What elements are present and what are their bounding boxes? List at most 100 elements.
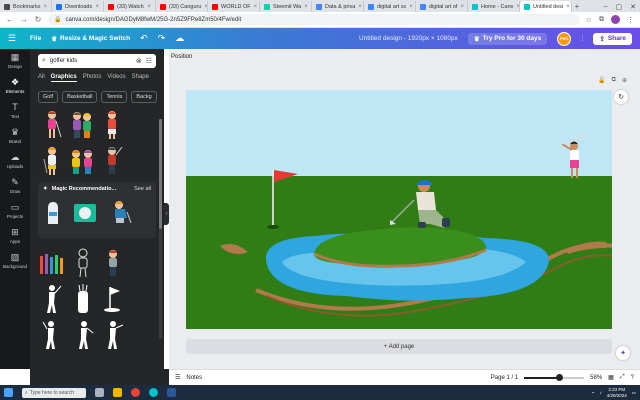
rail-item-apps[interactable]: ⊞ Apps [0, 228, 30, 245]
browser-tab[interactable]: Untitled desi × [520, 1, 572, 12]
browser-tab[interactable]: (33) Watch × [104, 1, 156, 12]
new-tab-button[interactable]: + [572, 1, 582, 12]
panel-scrollbar-thumb[interactable] [159, 119, 162, 229]
golf-bag-silhouette-graphic[interactable] [69, 282, 96, 315]
rail-item-draw[interactable]: ✎ Draw [0, 178, 30, 195]
refresh-icon[interactable]: ↻ [614, 90, 628, 104]
browser-tab[interactable]: Data & priva × [312, 1, 364, 12]
tab-close-icon[interactable]: × [304, 4, 308, 10]
word-icon[interactable] [167, 388, 176, 397]
golfer-kids-group-graphic[interactable] [68, 144, 95, 177]
canva-icon[interactable] [149, 388, 158, 397]
start-icon[interactable] [4, 388, 13, 397]
browser-tab[interactable]: Steemit Wa × [260, 1, 312, 12]
see-all-link[interactable]: See all [134, 186, 151, 192]
golfer-silhouette-graphic[interactable] [99, 318, 126, 351]
browser-tab[interactable]: digital art of × [416, 1, 468, 12]
clock[interactable]: 2:23 PM 4/29/2024 [607, 387, 627, 398]
url-field[interactable]: 🔒 canva.com/design/DAGDyM8fwM/25G-2n5Z9F… [48, 14, 580, 25]
tab-close-icon[interactable]: × [254, 4, 258, 10]
browser-tab[interactable]: (33) Canguru × [156, 1, 208, 12]
page-indicator[interactable]: Page 1 / 1 [491, 375, 518, 381]
reload-icon[interactable]: ↻ [34, 15, 42, 24]
star-icon[interactable]: ☆ [586, 16, 592, 24]
resize-button[interactable]: ♛ Resize & Magic Switch [51, 35, 130, 43]
tab-close-icon[interactable]: × [409, 4, 413, 10]
help-icon[interactable]: ? [631, 375, 634, 381]
fullscreen-icon[interactable]: ⤢ [620, 374, 625, 381]
golfer-girl-graphic[interactable] [38, 144, 65, 177]
zoom-level[interactable]: 58% [590, 375, 602, 381]
tab-close-icon[interactable]: × [358, 4, 362, 10]
browser-tab[interactable]: Home - Canv × [468, 1, 520, 12]
file-menu-button[interactable]: File [30, 35, 41, 42]
panel-tab-videos[interactable]: Videos [107, 74, 125, 82]
rail-item-text[interactable]: T Text [0, 103, 30, 120]
tab-close-icon[interactable]: × [566, 4, 570, 10]
taskbar-search[interactable]: ⌕ Type here to search [22, 387, 86, 398]
rail-item-elements[interactable]: ❖ Elements [0, 78, 30, 95]
tab-close-icon[interactable]: × [44, 4, 48, 10]
browser-tab[interactable]: Downloads × [52, 1, 104, 12]
profile-avatar[interactable] [611, 15, 620, 24]
golfer-putting-graphic[interactable] [107, 198, 135, 226]
category-chip[interactable]: Basketball [62, 91, 98, 103]
cloud-save-icon[interactable]: ☁ [175, 33, 184, 44]
rail-item-projects[interactable]: ▭ Projects [0, 203, 30, 220]
add-page-button[interactable]: + Add page [186, 339, 612, 354]
golf-balls-box-graphic[interactable] [71, 198, 99, 226]
golfer-silhouette-graphic[interactable] [38, 318, 66, 351]
rail-item-uploads[interactable]: ☁ Uploads [0, 153, 30, 170]
undo-icon[interactable]: ↶ [140, 33, 148, 44]
rail-item-brand[interactable]: ♛ Brand [0, 128, 30, 145]
browser-tab[interactable]: WORLD OF × [208, 1, 260, 12]
golfer-line-art-graphic[interactable] [69, 246, 96, 279]
golfer-silhouette-graphic[interactable] [38, 282, 66, 315]
golfers-color-silhouettes-graphic[interactable] [38, 246, 66, 279]
tab-close-icon[interactable]: × [95, 4, 99, 10]
category-chip[interactable]: Backg [131, 91, 157, 103]
user-avatar[interactable]: PRO [557, 31, 572, 46]
hamburger-menu-icon[interactable]: ☰ [8, 33, 20, 44]
panel-tab-shape[interactable]: Shape [132, 74, 149, 82]
chrome-icon[interactable] [131, 388, 140, 397]
share-button[interactable]: ⇪ Share [593, 32, 632, 45]
panel-scrollbar[interactable] [159, 119, 162, 339]
golfer-kid-graphic[interactable] [99, 108, 126, 141]
rail-item-design[interactable]: ▦ Design [0, 53, 30, 70]
golfer-kid-graphic[interactable] [38, 108, 65, 141]
rail-item-background[interactable]: ▨ Background [0, 253, 30, 270]
category-chip[interactable]: Golf [38, 91, 59, 103]
category-chip[interactable]: Tennis [101, 91, 128, 103]
maximize-icon[interactable]: ▢ [616, 3, 623, 11]
notes-icon[interactable]: ☰ [175, 374, 180, 381]
close-icon[interactable]: ✕ [630, 3, 636, 11]
design-canvas[interactable] [186, 90, 612, 329]
tab-close-icon[interactable]: × [147, 4, 151, 10]
panel-tab-graphics[interactable]: Graphics [50, 74, 77, 82]
redo-icon[interactable]: ↷ [158, 33, 166, 44]
browser-tab[interactable]: digital art sc × [364, 1, 416, 12]
try-pro-button[interactable]: ♛ Try Pro for 30 days [467, 32, 548, 45]
minimize-icon[interactable]: – [604, 3, 608, 10]
golfer-kid-graphic[interactable] [99, 246, 126, 279]
golfer-silhouette-graphic[interactable] [69, 318, 96, 351]
golfer-kids-pair-graphic[interactable] [68, 108, 95, 141]
extensions-icon[interactable]: ⧉ [599, 16, 604, 24]
lock-page-icon[interactable]: 🔓 [598, 77, 605, 84]
search-input[interactable]: golfer kids [50, 58, 132, 64]
zoom-slider-knob[interactable] [555, 373, 563, 381]
panel-tab-all[interactable]: All [38, 74, 45, 82]
add-page-icon[interactable]: ⊕ [622, 77, 627, 84]
golfer-swing-graphic[interactable] [99, 144, 126, 177]
duplicate-page-icon[interactable]: ⧉ [612, 77, 616, 84]
panel-tab-photos[interactable]: Photos [83, 74, 102, 82]
back-icon[interactable]: ← [6, 15, 14, 24]
golf-glove-graphic[interactable] [43, 198, 63, 226]
grid-view-icon[interactable]: ▦ [608, 374, 614, 381]
position-button[interactable]: Position [171, 54, 192, 60]
browser-menu-icon[interactable]: ⋮ [627, 16, 634, 24]
volume-icon[interactable]: ♪ [599, 390, 601, 395]
network-icon[interactable]: ⌁ [592, 390, 595, 396]
browser-tab[interactable]: Bookmarks × [0, 1, 52, 12]
